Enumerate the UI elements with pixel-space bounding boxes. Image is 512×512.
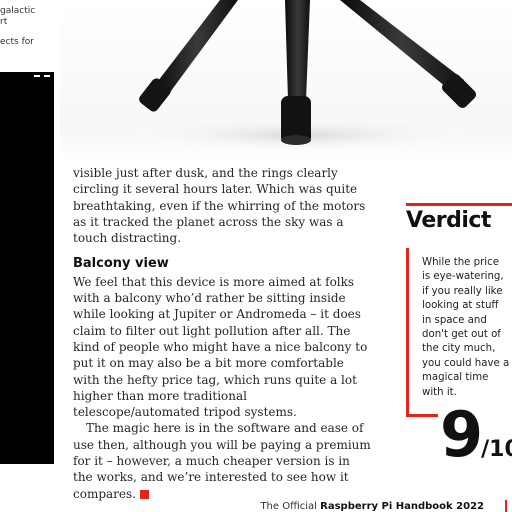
- snippet-line: ects for: [0, 37, 34, 47]
- verdict-side-rule: [406, 248, 409, 416]
- snippet-line: rt: [0, 17, 8, 27]
- tripod-photo: [60, 0, 512, 160]
- score-suffix: /10: [481, 437, 512, 462]
- article-paragraph: visible just after dusk, and the rings c…: [73, 166, 366, 246]
- score-value: 9: [440, 398, 483, 471]
- tripod-illustration: [120, 0, 480, 153]
- panel-marker: [34, 75, 40, 77]
- verdict-top-rule: [406, 203, 512, 206]
- verdict-title: Verdict: [406, 208, 491, 233]
- article-paragraph: The magic here is in the software and ea…: [73, 420, 373, 501]
- verdict-score: 9/10: [440, 404, 512, 466]
- article-body: visible just after dusk, and the rings c…: [73, 165, 373, 502]
- product-side-image: [0, 72, 54, 464]
- verdict-summary: While the price is eye-watering, if you …: [422, 257, 510, 398]
- section-heading: Balcony view: [73, 256, 169, 272]
- article-paragraph: We feel that this device is more aimed a…: [73, 274, 368, 420]
- footer-publication: Raspberry Pi Handbook 2022: [320, 501, 484, 512]
- footer-prefix: The Official: [260, 501, 321, 512]
- snippet-line: galactic: [0, 6, 36, 16]
- article-paragraph-text: The magic here is in the software and ea…: [73, 421, 371, 501]
- end-of-article-icon: M: [139, 489, 160, 499]
- page-footer: The Official Raspberry Pi Handbook 2022: [260, 501, 484, 512]
- panel-marker: [44, 75, 50, 77]
- previous-article-snippet: galactic rt ects for: [0, 6, 35, 48]
- footer-divider: [505, 500, 507, 512]
- verdict-bottom-rule: [406, 414, 438, 417]
